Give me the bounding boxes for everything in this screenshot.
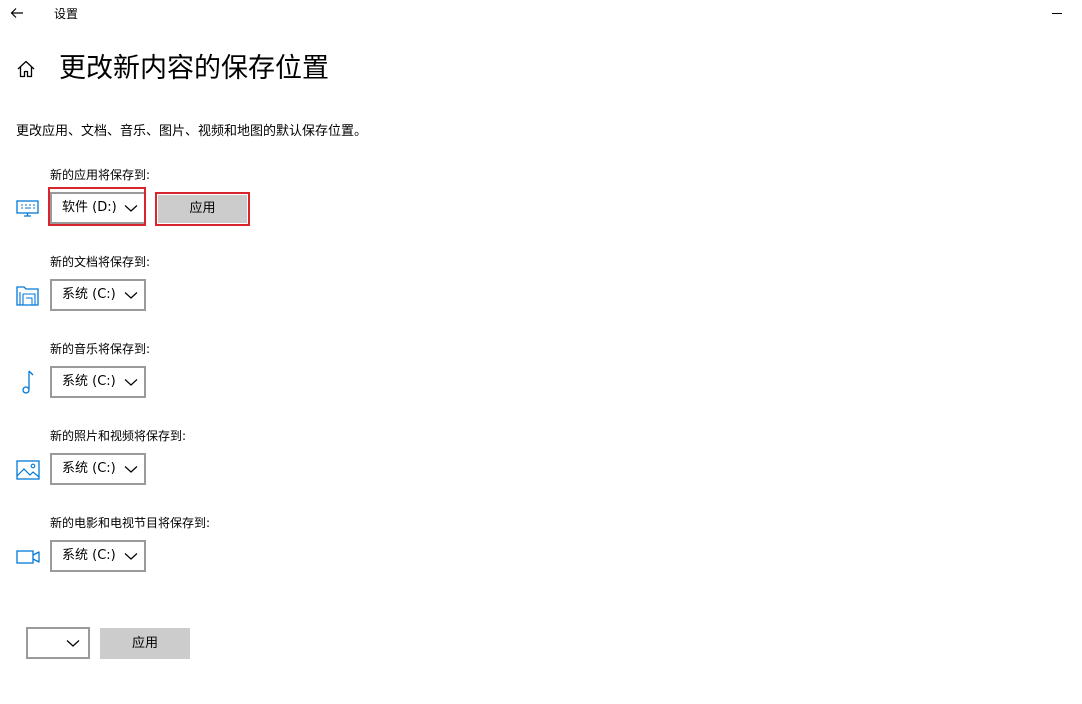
photos-drive-value: 系统 (C:) <box>62 461 116 476</box>
page-description: 更改应用、文档、音乐、图片、视频和地图的默认保存位置。 <box>16 124 368 139</box>
music-drive-dropdown[interactable]: 系统 (C:) <box>50 366 146 398</box>
back-button[interactable] <box>6 3 28 23</box>
back-arrow-icon <box>10 8 23 18</box>
movies-drive-dropdown[interactable]: 系统 (C:) <box>50 540 146 572</box>
music-note-icon <box>15 369 41 395</box>
photos-save-label: 新的照片和视频将保存到: <box>50 429 187 443</box>
photos-drive-dropdown[interactable]: 系统 (C:) <box>50 453 146 485</box>
minimize-button[interactable] <box>1046 0 1068 26</box>
page-title: 更改新内容的保存位置 <box>59 53 329 84</box>
apps-drive-dropdown[interactable]: 软件 (D:) <box>50 192 146 224</box>
apps-save-label: 新的应用将保存到: <box>50 168 151 182</box>
chevron-down-icon <box>66 640 80 647</box>
documents-drive-value: 系统 (C:) <box>62 287 116 302</box>
apps-apply-label: 应用 <box>189 201 216 216</box>
home-icon[interactable] <box>16 59 36 79</box>
maps-apply-button[interactable]: 应用 <box>100 628 190 659</box>
documents-save-label: 新的文档将保存到: <box>50 255 151 269</box>
apps-apply-button[interactable]: 应用 <box>158 195 247 223</box>
chevron-down-icon <box>124 205 138 212</box>
maps-drive-dropdown[interactable] <box>26 627 90 659</box>
music-save-label: 新的音乐将保存到: <box>50 342 151 356</box>
documents-drive-dropdown[interactable]: 系统 (C:) <box>50 279 146 311</box>
video-camera-icon <box>15 544 41 570</box>
chevron-down-icon <box>124 379 138 386</box>
chevron-down-icon <box>124 292 138 299</box>
apps-drive-value: 软件 (D:) <box>62 200 117 215</box>
movies-drive-value: 系统 (C:) <box>62 548 116 563</box>
maps-apply-label: 应用 <box>131 636 158 651</box>
minimize-icon <box>1052 13 1062 14</box>
music-drive-value: 系统 (C:) <box>62 374 116 389</box>
picture-icon <box>15 457 41 483</box>
title-bar: 设置 <box>0 0 1082 28</box>
monitor-icon <box>15 195 41 221</box>
movies-save-label: 新的电影和电视节目将保存到: <box>50 516 211 530</box>
app-title: 设置 <box>54 7 79 21</box>
chevron-down-icon <box>124 466 138 473</box>
documents-folder-icon <box>15 283 41 309</box>
chevron-down-icon <box>124 553 138 560</box>
